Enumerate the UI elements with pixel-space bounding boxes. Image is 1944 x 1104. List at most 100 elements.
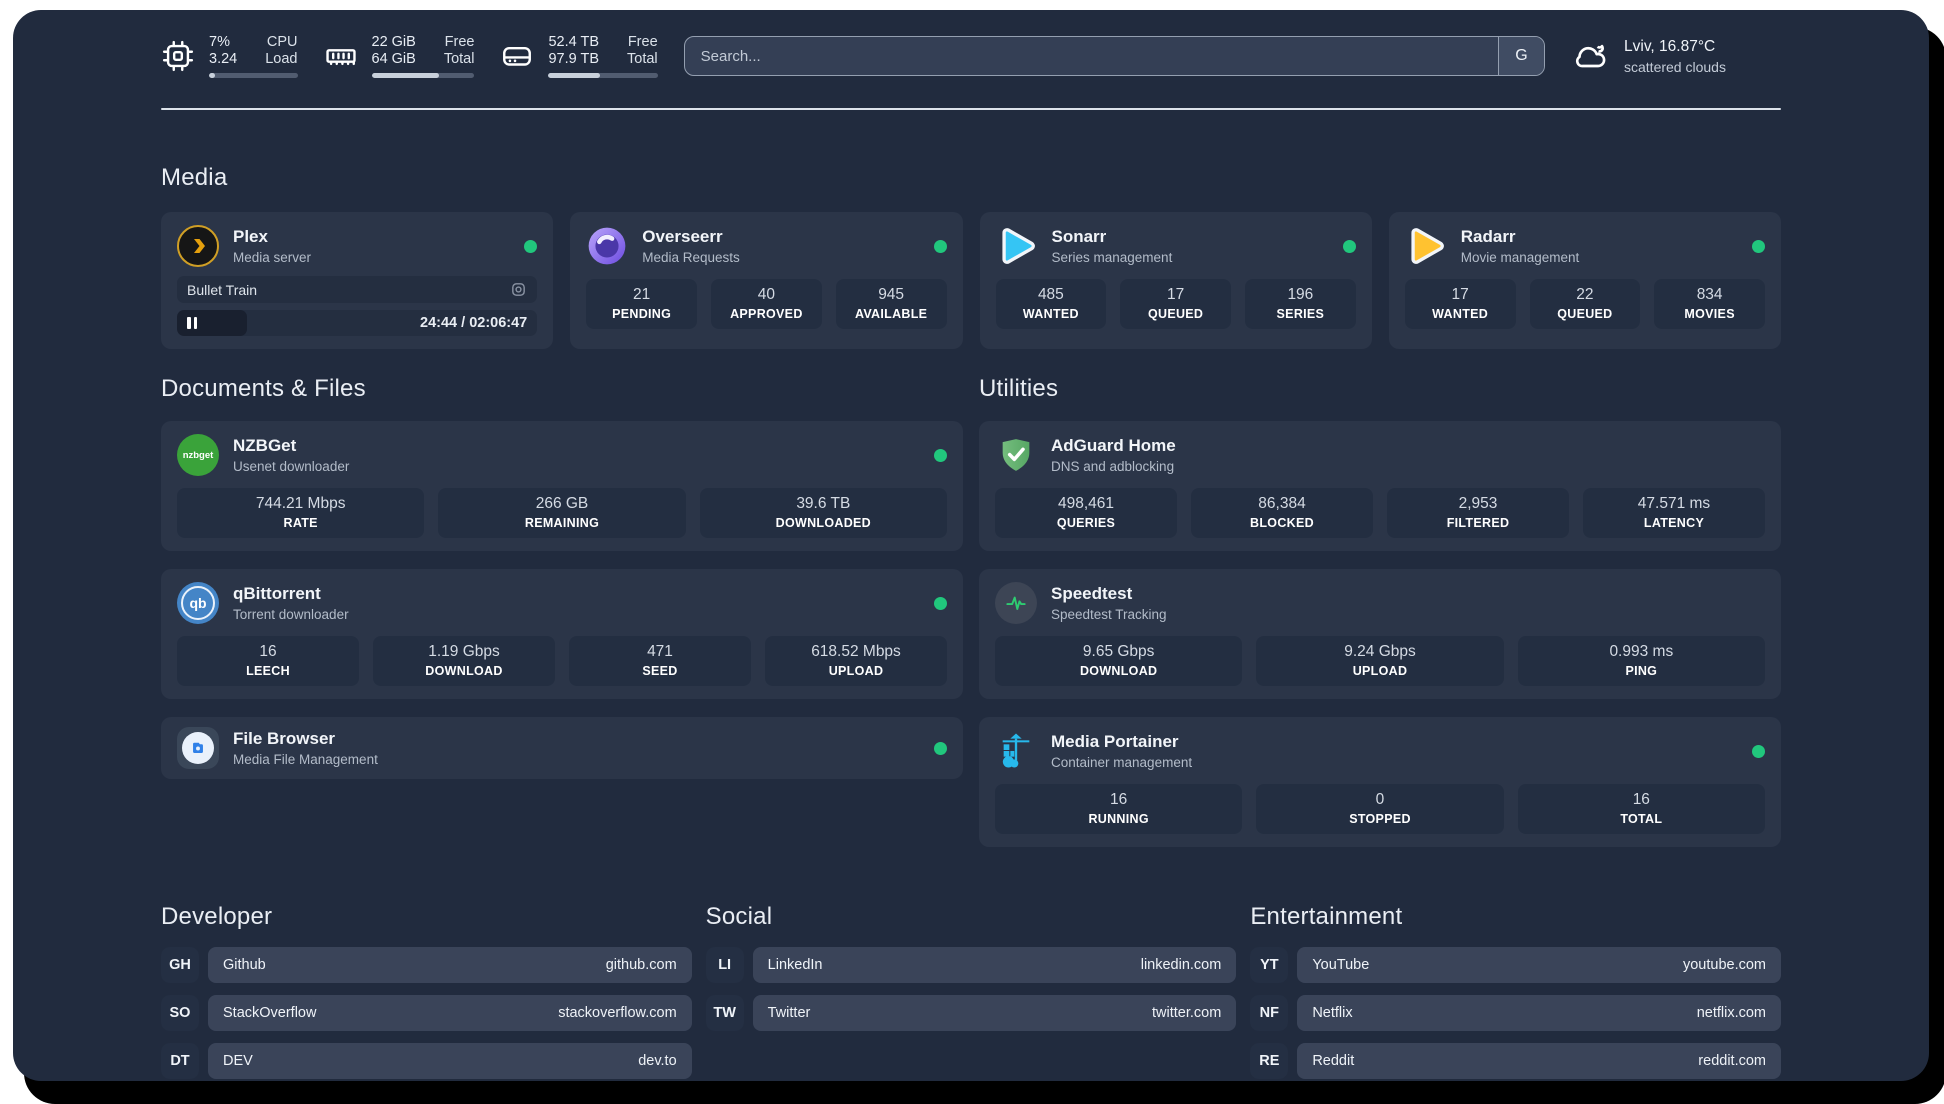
stat-value: 618.52 Mbps bbox=[811, 643, 901, 660]
link-name: Reddit bbox=[1312, 1053, 1355, 1069]
link-badge[interactable]: DT bbox=[161, 1043, 199, 1079]
app-card-sonarr[interactable]: Sonarr Series management 485 WANTED 17 Q… bbox=[979, 212, 1372, 349]
link-row-dev: DT DEV dev.to bbox=[161, 1043, 692, 1079]
link-row-netflix: NF Netflix netflix.com bbox=[1250, 995, 1781, 1031]
plex-icon bbox=[177, 225, 219, 267]
stat-value: 17 bbox=[1451, 286, 1469, 303]
stat-value: 9.24 Gbps bbox=[1344, 643, 1416, 660]
app-name: Speedtest bbox=[1051, 584, 1133, 603]
stat-value: 39.6 TB bbox=[796, 495, 851, 512]
section-title-documents: Documents & Files bbox=[161, 375, 366, 402]
stat-label: SEED bbox=[642, 664, 678, 678]
app-card-radarr[interactable]: Radarr Movie management 17 WANTED 22 QUE… bbox=[1388, 212, 1781, 349]
stat-label: WANTED bbox=[1432, 307, 1489, 321]
link-pill[interactable]: YouTube youtube.com bbox=[1297, 947, 1781, 983]
stat-tile: 47.571 ms LATENCY bbox=[1583, 488, 1765, 538]
app-card-plex[interactable]: Plex Media server Bullet Train 24:44 / 0… bbox=[161, 212, 554, 349]
system-stats: 7% CPU 3.24 Load 22 GiB Free 64 GiB Tota… bbox=[161, 34, 658, 78]
cpu-stat: 7% CPU 3.24 Load bbox=[161, 34, 298, 78]
adguard-icon bbox=[995, 434, 1037, 476]
link-url: youtube.com bbox=[1682, 957, 1766, 973]
stat-label: SERIES bbox=[1276, 307, 1325, 321]
app-card-portainer[interactable]: Media Portainer Container management 16 … bbox=[979, 717, 1781, 847]
nzbget-icon-text: nzbget bbox=[182, 449, 214, 461]
link-pill[interactable]: Twitter twitter.com bbox=[752, 995, 1237, 1031]
cpu-icon bbox=[161, 39, 195, 73]
link-badge[interactable]: LI bbox=[705, 947, 744, 983]
link-row-linkedin: LI LinkedIn linkedin.com bbox=[705, 947, 1237, 983]
stat-label: FILTERED bbox=[1446, 516, 1510, 530]
stat-tile: 21 PENDING bbox=[586, 279, 697, 329]
stat-tile: 22 QUEUED bbox=[1529, 279, 1641, 329]
link-badge[interactable]: RE bbox=[1250, 1043, 1289, 1079]
stat-value: 0 bbox=[1375, 791, 1385, 808]
status-dot bbox=[934, 596, 947, 610]
link-pill[interactable]: Github github.com bbox=[208, 947, 692, 983]
stat-label: QUEUED bbox=[1147, 307, 1204, 321]
memory-free: 22 GiB bbox=[371, 34, 416, 50]
section-title-media: Media bbox=[161, 164, 228, 191]
link-badge[interactable]: SO bbox=[161, 995, 199, 1031]
cpu-load: 3.24 bbox=[209, 51, 238, 67]
app-card-overseerr[interactable]: Overseerr Media Requests 21 PENDING 40 A… bbox=[570, 212, 963, 349]
stat-tile: 9.65 Gbps DOWNLOAD bbox=[995, 636, 1243, 686]
app-card-speedtest[interactable]: Speedtest Speedtest Tracking 9.65 Gbps D… bbox=[979, 569, 1781, 699]
weather-location-temp: Lviv, 16.87°C bbox=[1624, 37, 1716, 55]
disk-total-label: Total bbox=[627, 51, 658, 67]
now-playing-row: Bullet Train bbox=[177, 276, 538, 303]
stat-tile: 86,384 BLOCKED bbox=[1191, 488, 1373, 538]
link-pill[interactable]: Netflix netflix.com bbox=[1297, 995, 1781, 1031]
weather-condition: scattered clouds bbox=[1624, 58, 1726, 75]
link-pill[interactable]: StackOverflow stackoverflow.com bbox=[208, 995, 692, 1031]
stat-label: REMAINING bbox=[524, 516, 600, 530]
link-name: Twitter bbox=[767, 1005, 811, 1021]
stat-value: 21 bbox=[633, 286, 651, 303]
cpu-load-label: Load bbox=[265, 51, 298, 67]
app-desc: DNS and adblocking bbox=[1051, 459, 1175, 474]
stat-label: UPLOAD bbox=[1352, 664, 1408, 678]
app-desc: Media Requests bbox=[642, 250, 740, 265]
link-pill[interactable]: LinkedIn linkedin.com bbox=[752, 947, 1237, 983]
link-url: linkedin.com bbox=[1140, 957, 1222, 973]
link-row-github: GH Github github.com bbox=[161, 947, 692, 983]
link-pill[interactable]: Reddit reddit.com bbox=[1297, 1043, 1781, 1079]
cloud-icon bbox=[1571, 36, 1611, 76]
links-section-developer: Developer GH Github github.com SO StackO… bbox=[161, 903, 692, 1079]
app-name: File Browser bbox=[233, 729, 336, 748]
stat-tile: 17 WANTED bbox=[1404, 279, 1516, 329]
app-card-qbittorrent[interactable]: qb qBittorrent Torrent downloader 16 LEE… bbox=[161, 569, 963, 699]
link-name: Netflix bbox=[1312, 1005, 1353, 1021]
link-badge[interactable]: NF bbox=[1250, 995, 1289, 1031]
app-card-nzbget[interactable]: nzbget NZBGet Usenet downloader 744.21 M… bbox=[161, 421, 963, 551]
stat-value: 485 bbox=[1037, 286, 1064, 303]
app-card-adguard[interactable]: AdGuard Home DNS and adblocking 498,461 … bbox=[979, 421, 1781, 551]
stat-tile: 945 AVAILABLE bbox=[835, 279, 947, 329]
stat-label: PING bbox=[1625, 664, 1658, 678]
link-pill[interactable]: DEV dev.to bbox=[208, 1043, 692, 1079]
app-desc: Container management bbox=[1051, 755, 1193, 770]
stat-tile: 498,461 QUERIES bbox=[995, 488, 1177, 538]
app-card-filebrowser[interactable]: File Browser Media File Management bbox=[161, 717, 963, 779]
link-badge[interactable]: GH bbox=[161, 947, 199, 983]
link-badge[interactable]: TW bbox=[705, 995, 744, 1031]
app-desc: Series management bbox=[1051, 250, 1173, 265]
sonarr-icon bbox=[996, 225, 1038, 267]
stat-tile: 1.19 Gbps DOWNLOAD bbox=[373, 636, 555, 686]
search-input[interactable] bbox=[684, 37, 1498, 75]
utilities-column: AdGuard Home DNS and adblocking 498,461 … bbox=[979, 421, 1781, 847]
stat-tile: 2,953 FILTERED bbox=[1387, 488, 1569, 538]
stat-label: DOWNLOAD bbox=[425, 664, 503, 678]
playback-progressbar[interactable]: 24:44 / 02:06:47 bbox=[177, 310, 538, 336]
search-engine-button[interactable]: G bbox=[1498, 37, 1544, 75]
disk-total: 97.9 TB bbox=[548, 51, 600, 67]
stat-value: 266 GB bbox=[535, 495, 589, 512]
stat-label: TOTAL bbox=[1620, 812, 1663, 826]
link-row-twitter: TW Twitter twitter.com bbox=[705, 995, 1237, 1031]
app-desc: Torrent downloader bbox=[233, 607, 349, 622]
status-dot bbox=[934, 741, 947, 755]
link-badge[interactable]: YT bbox=[1250, 947, 1289, 983]
stat-tile: 196 SERIES bbox=[1245, 279, 1356, 329]
qbittorrent-icon-text: qb bbox=[181, 586, 215, 620]
pause-button[interactable] bbox=[187, 317, 197, 329]
link-row-stackoverflow: SO StackOverflow stackoverflow.com bbox=[161, 995, 692, 1031]
